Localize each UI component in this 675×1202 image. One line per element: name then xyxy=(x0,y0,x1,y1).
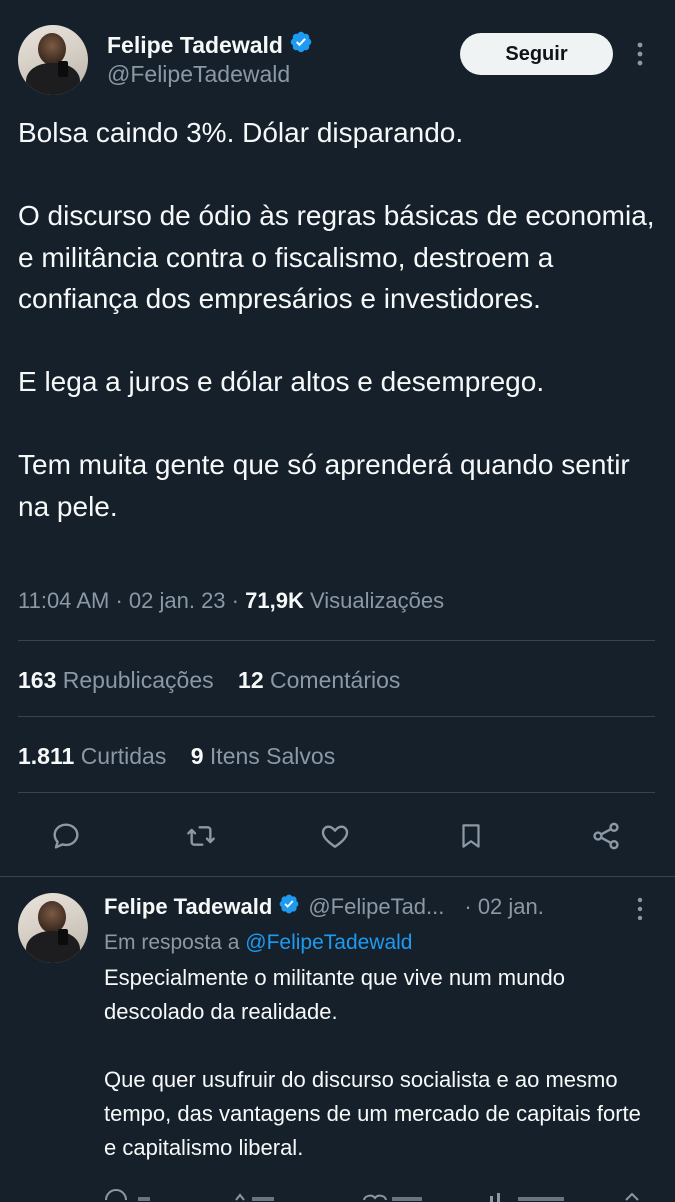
verified-badge-icon xyxy=(278,893,300,921)
likes-label: Curtidas xyxy=(80,743,167,769)
author-avatar[interactable] xyxy=(18,25,88,95)
follow-button[interactable]: Seguir xyxy=(460,33,613,75)
reposts-label: Republicações xyxy=(62,667,214,693)
likes-stat[interactable]: 1.811 Curtidas xyxy=(18,743,166,769)
bookmark-icon[interactable] xyxy=(451,812,491,860)
stats-row-1: 163 Republicações 12 Comentários xyxy=(18,667,418,694)
tweet-text: Bolsa caindo 3%. Dólar disparando. O dis… xyxy=(18,112,658,527)
in-reply-prefix: Em resposta a xyxy=(104,931,240,954)
tweet-paragraph: O discurso de ódio às regras básicas de … xyxy=(18,200,655,314)
more-options-icon[interactable] xyxy=(630,40,650,73)
share-icon[interactable] xyxy=(586,812,626,860)
comments-stat[interactable]: 12 Comentários xyxy=(238,667,400,693)
tweet-paragraph: Tem muita gente que só aprenderá quando … xyxy=(18,449,630,522)
author-name[interactable]: Felipe Tadewald xyxy=(107,32,283,59)
views-count: 71,9K xyxy=(245,588,304,613)
tweet-time[interactable]: 11:04 AM xyxy=(18,588,109,613)
reply-header: Felipe Tadewald @FelipeTad... · 02 jan. xyxy=(104,893,659,921)
divider xyxy=(0,876,675,877)
tweet-date[interactable]: 02 jan. 23 xyxy=(129,588,226,613)
reply-text: Especialmente o militante que vive num m… xyxy=(104,961,659,1165)
tweet-paragraph: E lega a juros e dólar altos e desempreg… xyxy=(18,366,545,397)
views-label: Visualizações xyxy=(309,588,445,613)
verified-badge-icon xyxy=(289,30,313,60)
reply-paragraph: Especialmente o militante que vive num m… xyxy=(104,965,566,1024)
author-handle[interactable]: @FelipeTadewald xyxy=(107,61,290,88)
divider xyxy=(18,716,655,717)
reply-author-handle[interactable]: @FelipeTad... xyxy=(308,894,444,920)
reply-author-avatar[interactable] xyxy=(18,893,88,963)
stats-row-2: 1.811 Curtidas 9 Itens Salvos xyxy=(18,743,353,770)
divider xyxy=(18,792,655,793)
saves-stat[interactable]: 9 Itens Salvos xyxy=(191,743,335,769)
reposts-count: 163 xyxy=(18,667,57,693)
comments-label: Comentários xyxy=(270,667,401,693)
reposts-stat[interactable]: 163 Republicações xyxy=(18,667,214,693)
like-icon[interactable] xyxy=(315,812,355,860)
retweet-icon[interactable] xyxy=(181,812,221,860)
likes-count: 1.811 xyxy=(18,743,75,769)
reply-more-options-icon[interactable] xyxy=(630,896,650,927)
saves-count: 9 xyxy=(190,743,204,769)
reply-icon[interactable] xyxy=(46,812,86,860)
action-bar xyxy=(0,812,675,860)
in-reply-handle-link[interactable]: @FelipeTadewald xyxy=(245,931,412,954)
reply-paragraph: Que quer usufruir do discurso socialista… xyxy=(104,1067,641,1160)
tweet-meta: 11:04 AM · 02 jan. 23 · 71,9K Visualizaç… xyxy=(18,588,445,613)
reply-date[interactable]: · 02 jan. xyxy=(464,894,544,920)
divider xyxy=(18,640,655,641)
tweet-paragraph: Bolsa caindo 3%. Dólar disparando. xyxy=(18,117,464,148)
reply-author-name[interactable]: Felipe Tadewald xyxy=(104,894,272,920)
reply-tweet[interactable]: Felipe Tadewald @FelipeTad... · 02 jan. … xyxy=(104,893,659,1165)
comments-count: 12 xyxy=(238,667,264,693)
author-name-row[interactable]: Felipe Tadewald xyxy=(107,30,313,60)
saves-label: Itens Salvos xyxy=(209,743,336,769)
in-reply-to: Em resposta a @FelipeTadewald xyxy=(104,931,659,955)
